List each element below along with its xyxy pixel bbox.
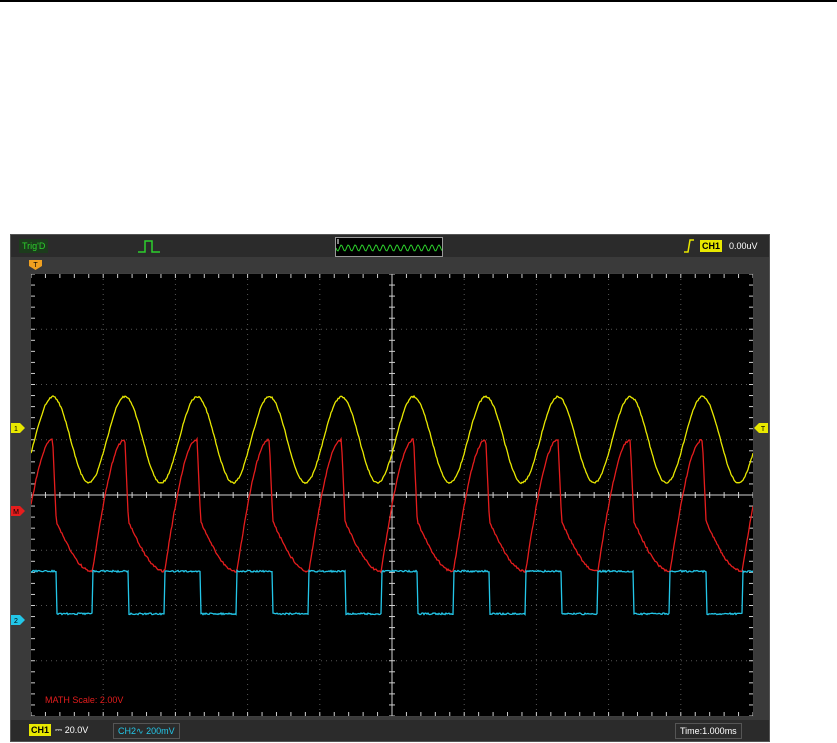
trigger-status: Trig'D [19,239,48,253]
ch2-scale-box[interactable]: CH2∿ 200mV [113,723,180,739]
svg-text:1: 1 [14,426,18,433]
svg-text:T: T [761,426,766,433]
ch1-offset-marker[interactable]: 1 [11,423,25,433]
channel-status-bar: CH1 ⎓ 20.0V CH2∿ 200mV Time:1.000ms [11,720,769,741]
top-divider [0,0,837,2]
svg-text:T: T [33,262,38,269]
trigger-position-marker[interactable]: T [29,260,42,270]
waveform-overview[interactable] [335,237,443,257]
dc-coupling-icon: ⎓ [55,725,65,735]
math-offset-marker[interactable]: M [11,506,25,516]
pulse-trigger-icon[interactable] [137,238,161,254]
oscilloscope-window: Trig'D CH1 0.00uV T 1 M 2 T MATH Scale: … [10,234,770,742]
ch1-scale[interactable]: ⎓ 20.0V [55,724,88,736]
svg-text:M: M [13,509,19,516]
status-bar: Trig'D CH1 0.00uV [11,235,769,257]
timebase-readout[interactable]: Time:1.000ms [675,723,742,739]
ch1-badge[interactable]: CH1 [29,724,51,736]
trigger-source-badge[interactable]: CH1 [700,240,722,252]
ac-coupling-icon: ∿ [136,726,146,736]
ch2-offset-marker[interactable]: 2 [11,615,25,625]
trigger-level: 0.00uV [729,240,758,252]
trigger-level-marker[interactable]: T [754,423,768,433]
svg-text:2: 2 [14,618,18,625]
math-scale-label: MATH Scale: 2.00V [45,695,123,705]
waveform-screen[interactable]: MATH Scale: 2.00V [30,273,754,717]
rising-edge-icon[interactable] [683,238,695,254]
